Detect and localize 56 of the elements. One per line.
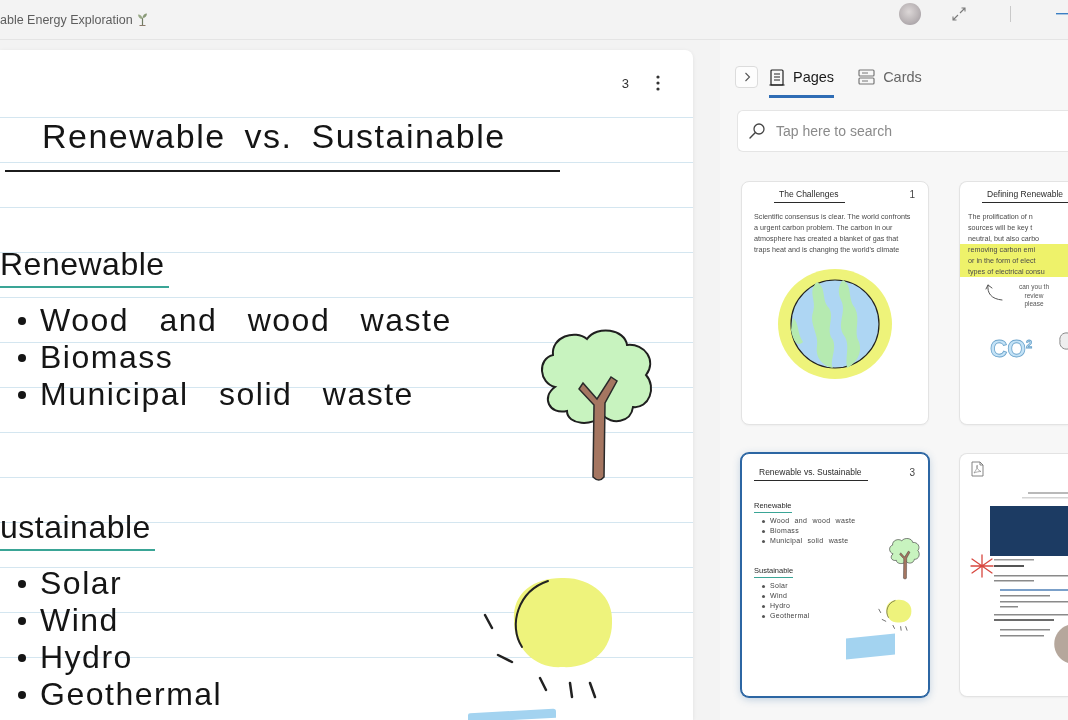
thumbnail-page-number: 3 — [909, 466, 915, 480]
user-avatar[interactable] — [899, 3, 921, 25]
more-icon — [656, 75, 660, 91]
bullet-dot-icon — [18, 616, 26, 625]
page-icon — [769, 68, 785, 86]
list-item-text: Wood and wood waste — [40, 302, 452, 339]
bullet-dot-icon — [762, 529, 765, 533]
page-number: 3 — [621, 75, 629, 91]
bullet-dot-icon — [762, 519, 765, 523]
bullet-dot-icon — [762, 584, 765, 588]
pages-tab[interactable]: Pages — [769, 61, 835, 98]
bullet-dot-icon — [762, 604, 765, 608]
bullet-dot-icon — [18, 653, 26, 662]
pdf-file-icon — [971, 461, 984, 477]
bullet-dot-icon — [18, 353, 26, 362]
bullet-dot-icon — [762, 594, 765, 598]
list-item-text: Solar — [40, 565, 123, 602]
asterisk-icon — [970, 554, 994, 578]
cloud-drawing — [1058, 330, 1068, 351]
page-thumbnail[interactable] — [959, 453, 1068, 697]
tree-drawing — [887, 537, 921, 581]
thumbnail-page-number: 1 — [909, 188, 915, 202]
thumbnail-title: The Challenges — [774, 188, 845, 203]
handwritten-title: Renewable vs. Sustainable — [5, 114, 560, 172]
sun-drawing — [877, 599, 913, 631]
minimize-icon — [1056, 13, 1068, 15]
section-heading: ustainable — [0, 507, 155, 551]
chevron-right-icon — [742, 72, 751, 82]
thumbnail-title: Defining Renewable — [982, 188, 1068, 203]
search-field[interactable]: Tap here to search — [737, 110, 1068, 152]
bullet-dot-icon — [762, 539, 765, 543]
fullscreen-button[interactable] — [950, 5, 968, 23]
bullet-dot-icon — [18, 579, 26, 588]
brush-stroke — [846, 633, 895, 660]
list-item-text: Wind — [40, 602, 119, 639]
expand-icon — [952, 7, 966, 21]
list-item-text: Hydro — [40, 639, 133, 676]
collapse-panel-button[interactable] — [735, 66, 758, 88]
curved-arrow-icon — [985, 283, 1003, 303]
stacked-cards-icon — [858, 69, 876, 85]
list-item-text: Geothermal — [40, 676, 223, 713]
list-item-text: Municipal solid waste — [40, 376, 414, 413]
bullet-dot-icon — [762, 614, 765, 618]
window-title: able Energy Exploration — [0, 12, 133, 27]
cards-tab[interactable]: Cards — [858, 61, 922, 98]
page-thumbnail[interactable] — [741, 181, 929, 425]
thumbnail-title: Renewable vs. Sustainable — [754, 466, 868, 481]
bullet-dot-icon — [18, 690, 26, 699]
search-icon — [749, 123, 765, 139]
section-heading: Renewable — [0, 244, 169, 288]
bullet-dot-icon — [18, 316, 26, 325]
seedling-icon — [136, 13, 148, 26]
list-item-text: Biomass — [40, 339, 174, 376]
avatar-placeholder — [1054, 625, 1068, 663]
bubble-lettering: CO$^{2}$ — [990, 333, 1033, 362]
bullet-dot-icon — [18, 390, 26, 399]
